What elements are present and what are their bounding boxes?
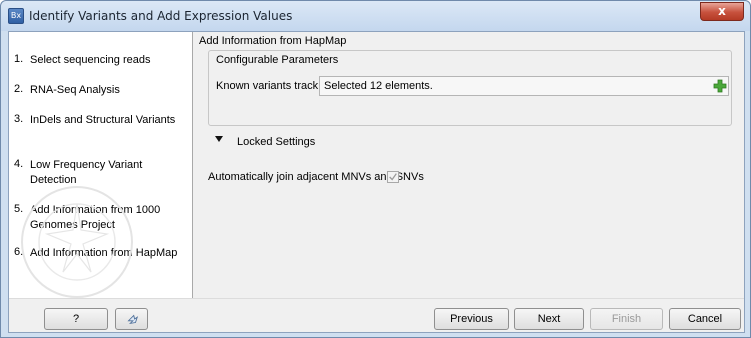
step-label: InDels and Structural Variants: [30, 114, 176, 126]
next-button[interactable]: Next: [514, 308, 584, 330]
check-icon: [389, 173, 397, 181]
section-title: Add Information from HapMap: [199, 35, 347, 47]
step-label: Select sequencing reads: [30, 54, 151, 66]
window-title: Identify Variants and Add Expression Val…: [29, 9, 293, 23]
step-number: 4.: [14, 158, 24, 170]
triangle-down-icon[interactable]: [215, 136, 223, 142]
previous-button[interactable]: Previous: [434, 308, 509, 330]
close-button[interactable]: x: [700, 2, 744, 21]
help-button[interactable]: ?: [44, 308, 108, 330]
wizard-steps-panel: 1. Select sequencing reads 2. RNA-Seq An…: [9, 32, 193, 298]
group-title: Configurable Parameters: [216, 54, 339, 66]
main-panel: Add Information from HapMap Configurable…: [195, 32, 744, 298]
dialog-client: 1. Select sequencing reads 2. RNA-Seq An…: [8, 31, 745, 333]
known-variants-value: Selected 12 elements.: [324, 80, 433, 92]
cancel-button[interactable]: Cancel: [669, 308, 741, 330]
reset-arrow-icon: [126, 314, 138, 325]
known-variants-field[interactable]: Selected 12 elements.: [319, 76, 729, 96]
reset-button[interactable]: [115, 308, 148, 330]
step-number: 1.: [14, 53, 24, 65]
auto-join-checkbox[interactable]: [387, 171, 399, 183]
seal-watermark-icon: [21, 186, 133, 298]
green-plus-icon[interactable]: [713, 79, 727, 93]
finish-button[interactable]: Finish: [590, 308, 663, 330]
step-label: RNA-Seq Analysis: [30, 84, 120, 96]
known-variants-label: Known variants track: [216, 80, 319, 92]
button-bar-separator: [9, 298, 744, 299]
app-icon: Bx: [8, 8, 24, 24]
locked-settings-toggle[interactable]: Locked Settings: [237, 136, 315, 148]
title-bar[interactable]: Bx Identify Variants and Add Expression …: [1, 1, 750, 31]
configurable-parameters-group: Configurable Parameters Known variants t…: [208, 50, 732, 126]
dialog-window: Bx Identify Variants and Add Expression …: [0, 0, 751, 338]
step-number: 3.: [14, 113, 24, 125]
step-number: 2.: [14, 83, 24, 95]
